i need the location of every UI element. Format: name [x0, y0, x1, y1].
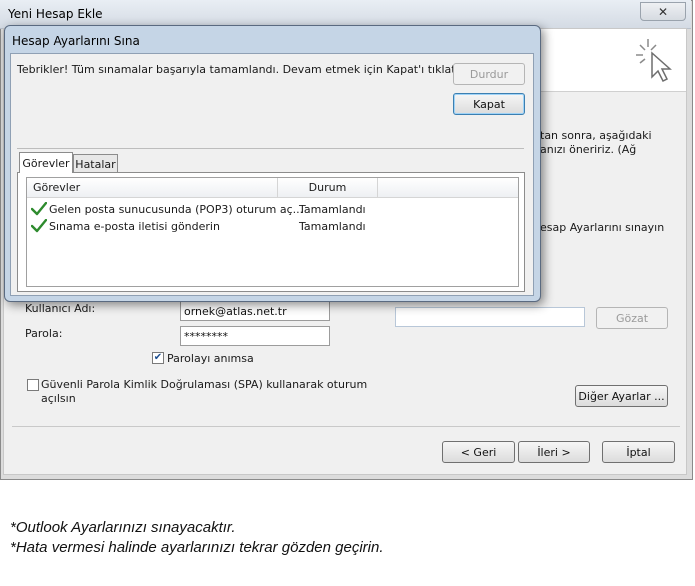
remember-password-checkbox[interactable]: ✔ — [152, 352, 164, 364]
cancel-button[interactable]: İptal — [602, 441, 675, 463]
browse-button[interactable]: Gözat — [596, 307, 668, 329]
tab-errors[interactable]: Hatalar — [73, 154, 118, 173]
checkmark-icon — [31, 202, 47, 216]
caption-line2: *Hata vermesi halinde ayarlarınızı tekra… — [10, 539, 384, 556]
next-button[interactable]: İleri > — [518, 441, 590, 463]
spa-label-line1: Güvenli Parola Kimlik Doğrulaması (SPA) … — [41, 378, 368, 391]
task-name: Sınama e-posta iletisi gönderin — [49, 220, 220, 233]
task-status: Tamamlandı — [299, 203, 366, 216]
dialog-separator — [17, 148, 524, 149]
task-status: Tamamlandı — [299, 220, 366, 233]
remember-password-label: Parolayı anımsa — [167, 352, 254, 365]
back-button[interactable]: < Geri — [442, 441, 515, 463]
password-field[interactable] — [180, 326, 330, 346]
wizard-cursor-icon — [636, 39, 672, 83]
column-header-tasks[interactable]: Görevler — [27, 178, 278, 198]
dialog-title: Hesap Ayarlarını Sına — [12, 34, 140, 48]
file-path-field[interactable] — [395, 307, 585, 327]
dialog-message: Tebrikler! Tüm sınamalar başarıyla tamam… — [17, 63, 470, 76]
background-text-line2: anızı öneririz. (Ağ — [540, 143, 637, 156]
spa-checkbox[interactable] — [27, 379, 39, 391]
username-field[interactable] — [180, 301, 330, 321]
spa-label-line2: açılsın — [41, 392, 76, 405]
close-icon[interactable]: ✕ — [640, 2, 686, 21]
username-label: Kullanıcı Adı: — [25, 302, 96, 315]
more-settings-button[interactable]: Diğer Ayarlar ... — [575, 385, 668, 407]
tab-tasks[interactable]: Görevler — [19, 152, 73, 173]
separator — [12, 426, 680, 427]
checkmark-icon — [31, 219, 47, 233]
outer-window-title: Yeni Hesap Ekle — [8, 7, 103, 21]
close-button[interactable]: Kapat — [453, 93, 525, 115]
caption-line1: *Outlook Ayarlarınızı sınayacaktır. — [10, 519, 236, 536]
background-text-line1: tan sonra, aşağıdaki — [540, 129, 652, 142]
column-header-status[interactable]: Durum — [278, 178, 378, 198]
background-text-line3: esap Ayarlarını sınayın — [540, 221, 665, 234]
password-label: Parola: — [25, 327, 63, 340]
task-name: Gelen posta sunucusunda (POP3) oturum aç… — [49, 203, 304, 216]
stop-button[interactable]: Durdur — [453, 63, 525, 85]
column-header-filler — [378, 178, 518, 198]
